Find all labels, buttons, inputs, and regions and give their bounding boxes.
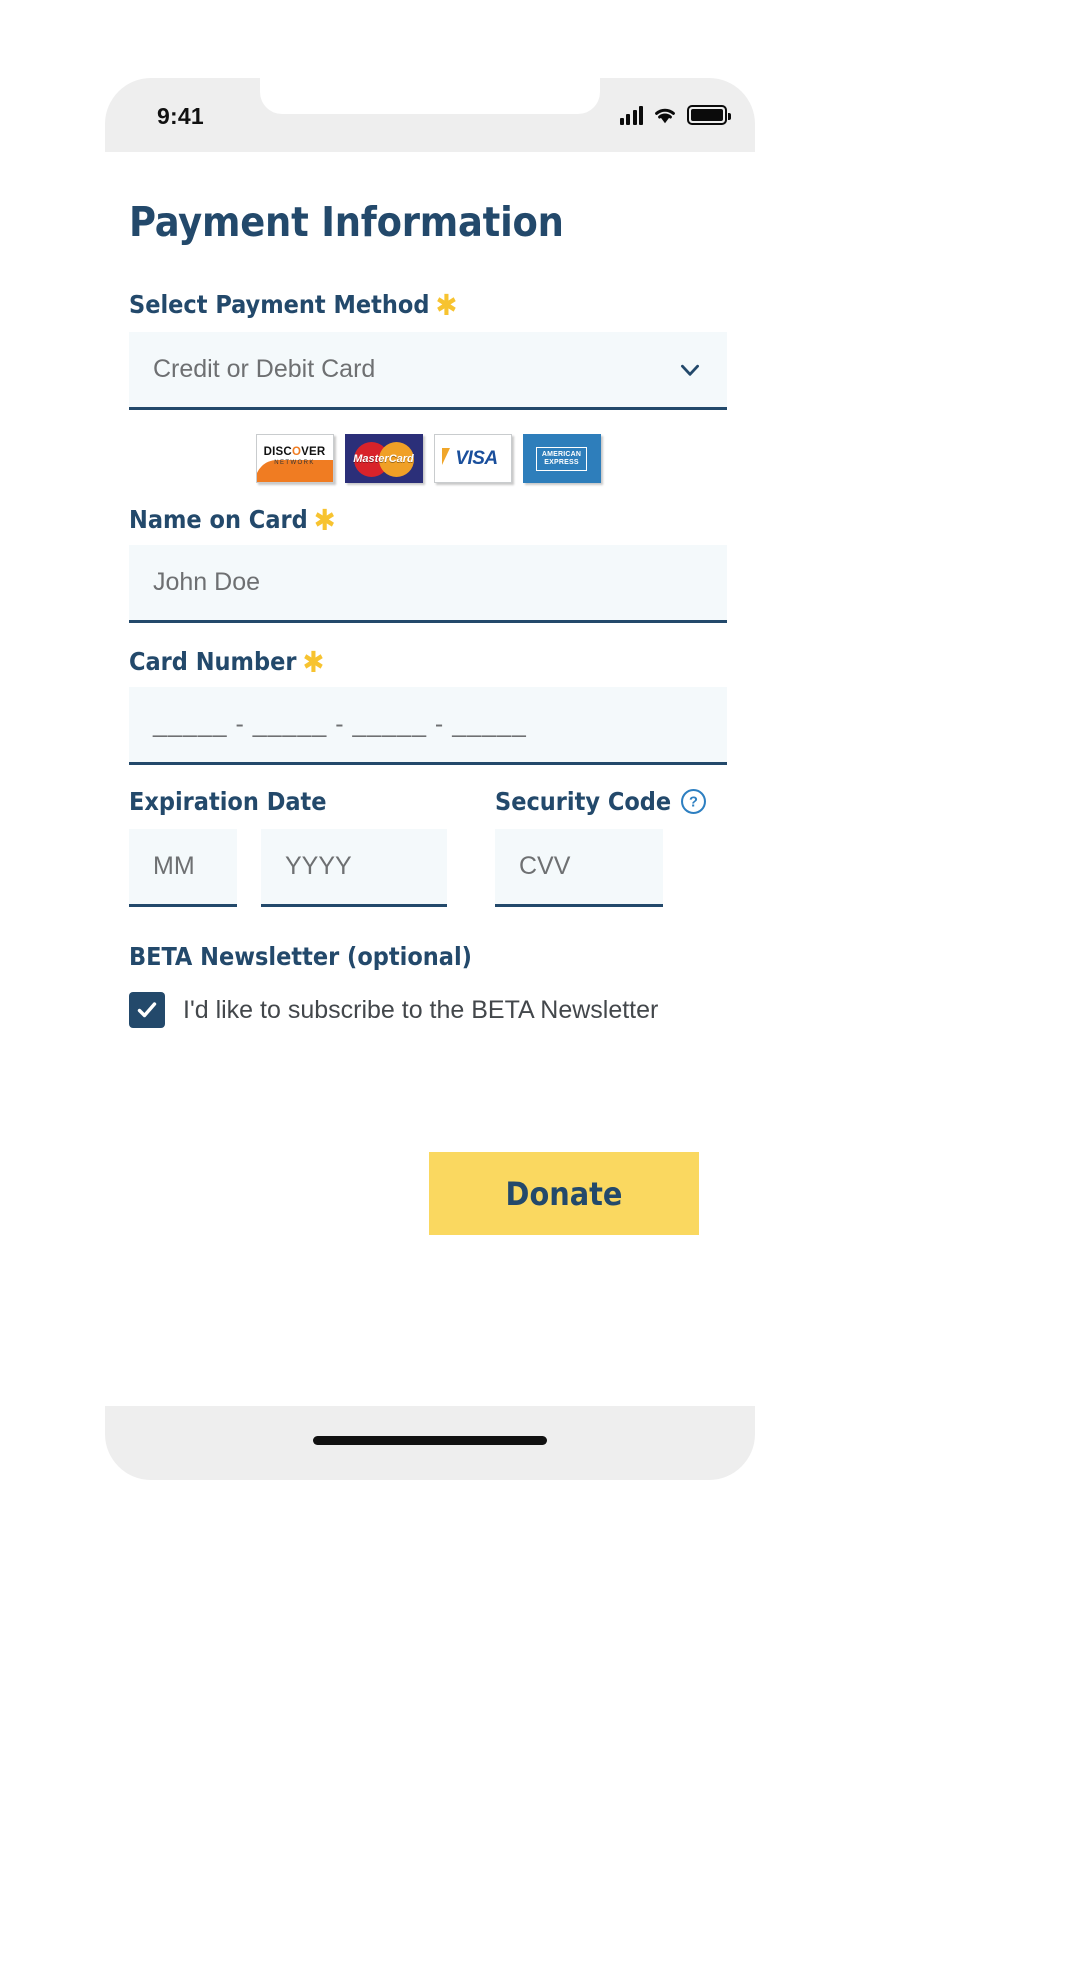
notch [260, 78, 600, 114]
payment-method-value: Credit or Debit Card [153, 355, 376, 383]
newsletter-row[interactable]: I'd like to subscribe to the BETA Newsle… [129, 992, 658, 1028]
required-asterisk: ✱ [435, 288, 458, 322]
question-mark-circle-icon[interactable]: ? [680, 788, 707, 815]
security-code-label: Security Code ? [495, 787, 707, 816]
security-code-label-text: Security Code [495, 787, 672, 816]
accepted-card-logos: DISCOVER NETWORK MasterCard VISA AMERICA… [129, 434, 727, 483]
status-icons [619, 102, 731, 128]
amex-line1: AMERICAN [541, 450, 582, 458]
discover-network-text: NETWORK [274, 460, 315, 466]
card-number-label: Card Number ✱ [129, 645, 324, 679]
cellular-signal-icon [619, 105, 643, 125]
security-code-placeholder: CVV [519, 852, 571, 880]
visa-card-logo: VISA [433, 434, 512, 483]
required-asterisk: ✱ [302, 645, 325, 679]
checkmark-icon [137, 1002, 157, 1018]
card-number-input[interactable]: _____ - _____ - _____ - _____ [129, 687, 727, 765]
security-code-input[interactable]: CVV [495, 829, 663, 907]
name-on-card-input[interactable]: John Doe [129, 545, 727, 623]
status-time: 9:41 [157, 103, 204, 129]
name-on-card-placeholder: John Doe [153, 568, 261, 596]
home-bar[interactable] [313, 1436, 547, 1445]
wifi-icon [655, 108, 675, 124]
visa-flag-accent [441, 448, 450, 465]
expiration-month-input[interactable]: MM [129, 829, 237, 907]
required-asterisk: ✱ [313, 503, 336, 537]
chevron-down-icon [681, 364, 699, 376]
mastercard-wordmark: MasterCard [353, 453, 414, 465]
payment-method-label: Select Payment Method ✱ [129, 288, 457, 322]
expiration-year-input[interactable]: YYYY [261, 829, 447, 907]
newsletter-label: BETA Newsletter (optional) [129, 942, 472, 971]
home-indicator-area [105, 1406, 755, 1480]
newsletter-checkbox[interactable] [129, 992, 165, 1028]
battery-full-icon [687, 105, 731, 125]
page-title: Payment Information [129, 198, 564, 246]
phone-frame: 9:41 Payment Information Select Payment … [105, 78, 755, 1480]
svg-text:?: ? [689, 795, 698, 811]
discover-card-logo: DISCOVER NETWORK [255, 434, 334, 483]
donate-button[interactable]: Donate [429, 1152, 699, 1235]
card-number-label-text: Card Number [129, 647, 297, 676]
name-on-card-label-text: Name on Card [129, 505, 308, 534]
card-number-placeholder: _____ - _____ - _____ - _____ [153, 710, 527, 738]
screen-content: Payment Information Select Payment Metho… [105, 152, 755, 1406]
name-on-card-label: Name on Card ✱ [129, 503, 336, 537]
amex-line2: EXPRESS [544, 458, 579, 466]
visa-wordmark: VISA [455, 447, 498, 469]
expiration-year-placeholder: YYYY [285, 852, 352, 880]
newsletter-text: I'd like to subscribe to the BETA Newsle… [183, 995, 659, 1024]
amex-card-logo: AMERICAN EXPRESS [522, 434, 601, 483]
amex-wordmark: AMERICAN EXPRESS [535, 446, 588, 471]
expiration-month-placeholder: MM [153, 852, 195, 880]
payment-method-label-text: Select Payment Method [129, 290, 430, 319]
expiration-date-label: Expiration Date [129, 787, 327, 816]
discover-wordmark: DISCOVER [263, 446, 326, 458]
payment-method-select[interactable]: Credit or Debit Card [129, 332, 727, 410]
status-bar: 9:41 [105, 78, 755, 152]
mastercard-card-logo: MasterCard [344, 434, 423, 483]
